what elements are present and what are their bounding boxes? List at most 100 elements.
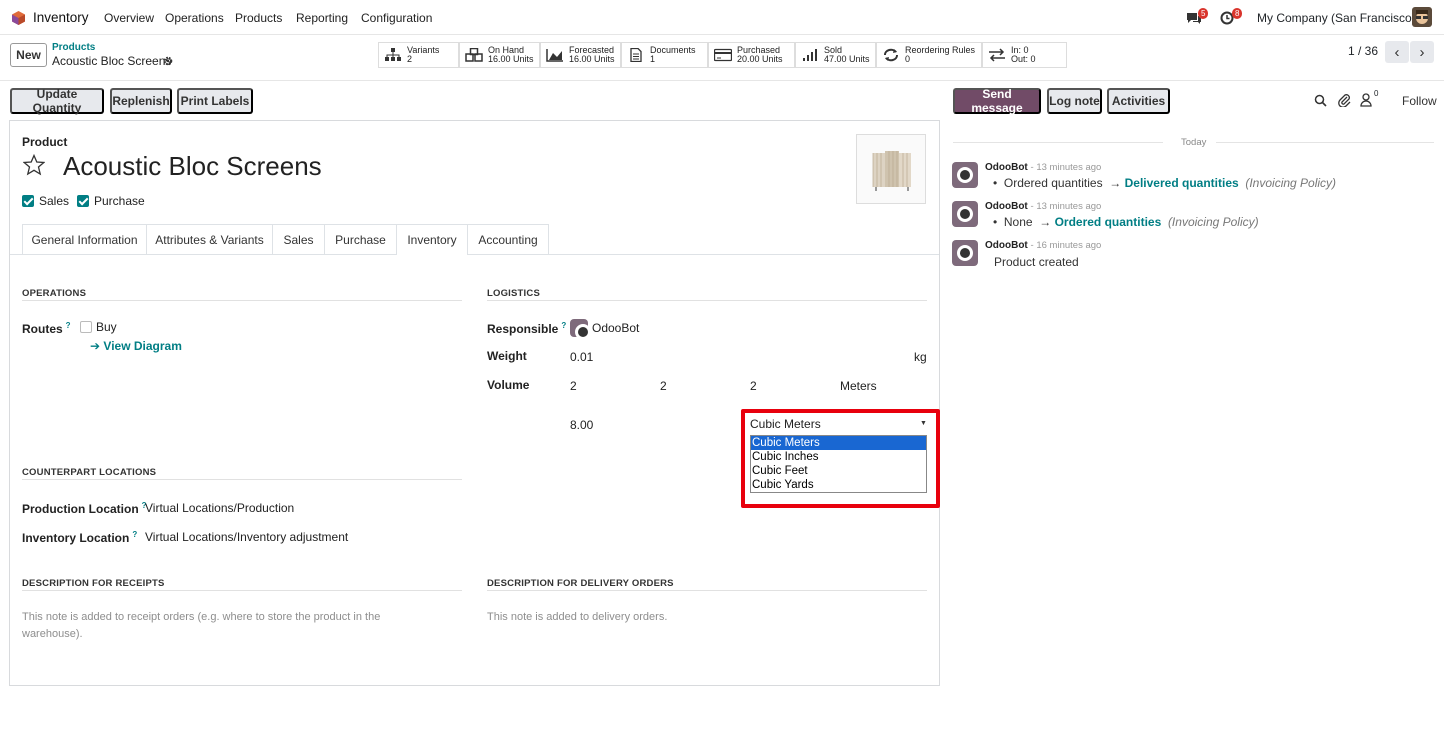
message-author: OdooBot - 13 minutes ago [985, 201, 1101, 212]
bullet: • [993, 215, 998, 229]
search-icon[interactable] [1314, 94, 1327, 107]
gear-icon[interactable] [163, 56, 173, 66]
section-title-receipts: DESCRIPTION FOR RECEIPTS [22, 578, 165, 589]
tab-inventory[interactable]: Inventory [396, 224, 468, 255]
product-photo [872, 151, 911, 191]
tracking-value: • Ordered quantities → Delivered quantit… [993, 176, 1336, 190]
smart-button-documents[interactable]: Documents 1 [621, 42, 708, 68]
field-name: (Invoicing Policy) [1245, 176, 1337, 190]
smart-label: Documents [650, 44, 696, 55]
weight-unit: kg [914, 350, 927, 364]
update-quantity-button[interactable]: Update Quantity [10, 87, 104, 115]
smart-value: 1 [650, 54, 656, 64]
tab-sales[interactable]: Sales [272, 224, 325, 254]
responsible-field[interactable]: OdooBot [592, 321, 639, 335]
delivery-description-field[interactable]: This note is added to delivery orders. [487, 609, 867, 626]
weight-field[interactable]: 0.01 [570, 350, 593, 364]
menu-configuration[interactable]: Configuration [361, 11, 432, 25]
smart-button-reordering-rules[interactable]: Reordering Rules 0 [876, 42, 982, 68]
smart-value: 20.00 Units [737, 54, 783, 64]
tab-accounting[interactable]: Accounting [467, 224, 549, 254]
user-avatar[interactable] [1412, 7, 1432, 27]
help-icon[interactable]: ? [66, 321, 71, 330]
smart-button-on-hand[interactable]: On Hand 16.00 Units [459, 42, 540, 68]
inventory-location-field[interactable]: Virtual Locations/Inventory adjustment [145, 530, 348, 544]
menu-operations[interactable]: Operations [165, 11, 224, 25]
paperclip-icon[interactable] [1338, 93, 1351, 107]
tab-general-information[interactable]: General Information [22, 224, 147, 254]
divider [22, 300, 462, 301]
send-message-button[interactable]: Send message [953, 87, 1041, 115]
smart-button-in-out[interactable]: In: 0 Out: 0 [982, 42, 1067, 68]
view-diagram-link[interactable]: ➔ View Diagram [90, 339, 182, 353]
pager-next-button[interactable]: › [1410, 41, 1434, 63]
message-author: OdooBot - 13 minutes ago [985, 162, 1101, 173]
log-note-button[interactable]: Log note [1047, 88, 1102, 114]
author-name[interactable]: OdooBot [985, 201, 1028, 212]
area-chart-icon [546, 49, 563, 62]
top-navbar: Inventory Overview Operations Products R… [0, 0, 1444, 35]
volume-field[interactable]: 8.00 [570, 418, 593, 432]
smart-label: Reordering Rules [905, 44, 976, 55]
smart-value: 0 [905, 54, 911, 64]
sales-checkbox[interactable] [22, 195, 34, 207]
product-name[interactable]: Acoustic Bloc Screens [63, 151, 322, 182]
section-title-logistics: LOGISTICS [487, 288, 540, 299]
smart-button-variants[interactable]: Variants 2 [378, 42, 459, 68]
file-icon [630, 48, 642, 62]
route-buy-checkbox[interactable] [80, 321, 92, 333]
inventory-app-icon[interactable] [12, 11, 25, 25]
pager-previous-button[interactable]: ‹ [1385, 41, 1409, 63]
divider [953, 142, 1163, 143]
avatar[interactable] [952, 162, 978, 188]
breadcrumb-products[interactable]: Products [52, 42, 95, 53]
smart-value: 47.00 Units [824, 54, 870, 64]
followers-count: 0 [1374, 89, 1379, 98]
company-switcher[interactable]: My Company (San Francisco) [1257, 11, 1416, 25]
purchase-checkbox[interactable] [77, 195, 89, 207]
menu-overview[interactable]: Overview [104, 11, 154, 25]
height-field[interactable]: 2 [750, 379, 757, 393]
follow-button[interactable]: Follow [1402, 94, 1437, 108]
pager-value[interactable]: 1 / 36 [1348, 44, 1378, 58]
menu-products[interactable]: Products [235, 11, 282, 25]
help-icon[interactable]: ? [561, 321, 566, 330]
avatar[interactable] [952, 240, 978, 266]
activities-button[interactable]: Activities [1107, 88, 1170, 114]
smart-value: 16.00 Units [488, 54, 534, 64]
inventory-location-label: Inventory Location? [22, 530, 137, 545]
author-name[interactable]: OdooBot [985, 240, 1028, 251]
avatar[interactable] [952, 201, 978, 227]
field-name: (Invoicing Policy) [1167, 215, 1259, 229]
view-diagram-text: View Diagram [103, 339, 182, 353]
author-name[interactable]: OdooBot [985, 162, 1028, 173]
followers-icon[interactable] [1360, 93, 1372, 107]
smart-button-sold[interactable]: Sold 47.00 Units [795, 42, 876, 68]
menu-reporting[interactable]: Reporting [296, 11, 348, 25]
message-time: - 16 minutes ago [1030, 240, 1102, 251]
message-time: - 13 minutes ago [1030, 201, 1102, 212]
divider [22, 590, 462, 591]
width-field[interactable]: 2 [660, 379, 667, 393]
app-name[interactable]: Inventory [33, 10, 89, 25]
product-image[interactable] [856, 134, 926, 204]
replenish-button[interactable]: Replenish [110, 88, 172, 114]
smart-button-forecasted[interactable]: Forecasted 16.00 Units [540, 42, 621, 68]
highlight-annotation [741, 409, 940, 508]
print-labels-button[interactable]: Print Labels [177, 88, 253, 114]
tracking-value: • None → Ordered quantities (Invoicing P… [993, 215, 1259, 229]
divider [487, 300, 927, 301]
message-body: Product created [994, 255, 1079, 269]
receipts-description-field[interactable]: This note is added to receipt orders (e.… [22, 609, 402, 643]
smart-button-purchased[interactable]: Purchased 20.00 Units [708, 42, 795, 68]
new-button[interactable]: New [10, 43, 47, 67]
length-field[interactable]: 2 [570, 379, 577, 393]
tab-purchase[interactable]: Purchase [324, 224, 397, 254]
help-icon[interactable]: ? [132, 530, 137, 539]
exchange-icon [989, 48, 1005, 62]
section-title-delivery: DESCRIPTION FOR DELIVERY ORDERS [487, 578, 674, 589]
star-icon[interactable] [23, 154, 45, 176]
production-location-field[interactable]: Virtual Locations/Production [145, 501, 294, 515]
refresh-icon [884, 48, 898, 62]
tab-attributes-variants[interactable]: Attributes & Variants [146, 224, 273, 254]
